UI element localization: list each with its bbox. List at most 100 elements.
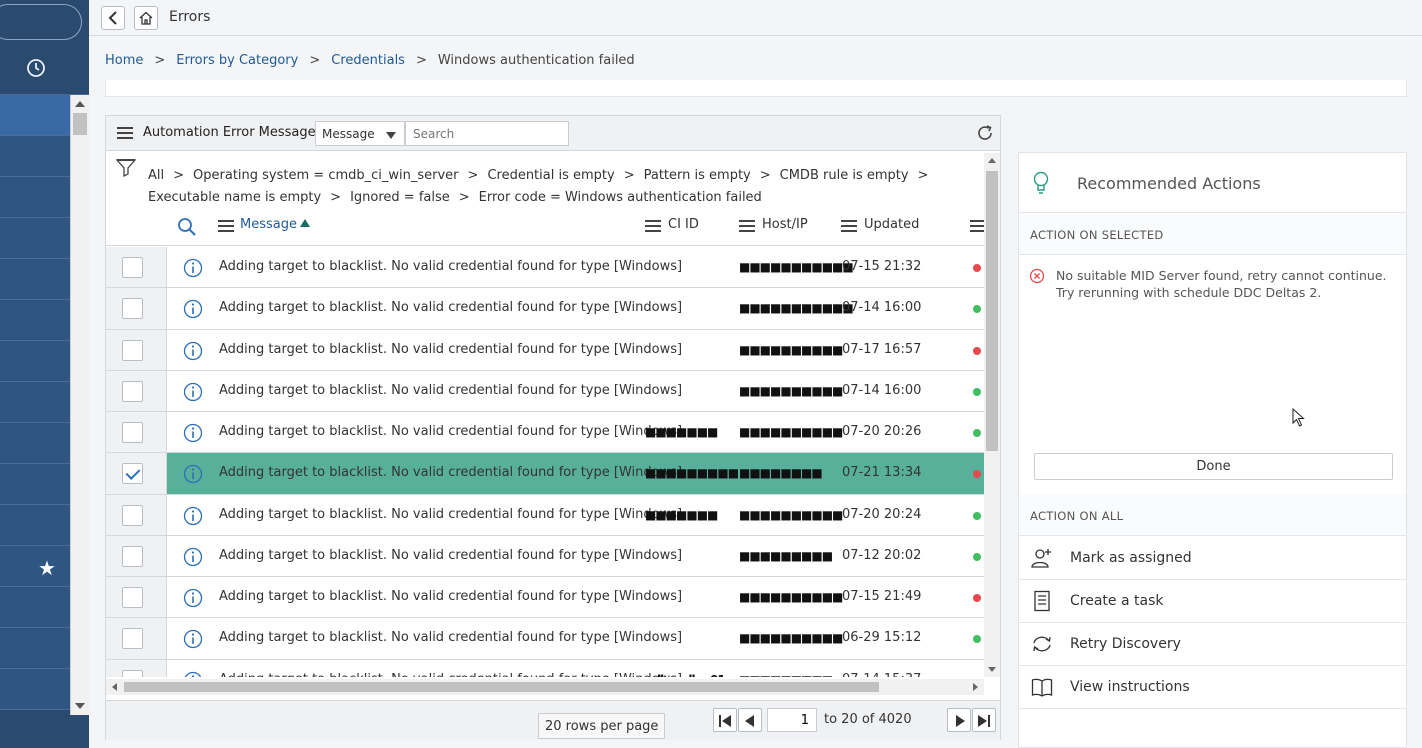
row-checkbox[interactable] (122, 669, 143, 677)
nav-item[interactable] (0, 464, 70, 505)
info-icon[interactable] (183, 423, 203, 443)
info-icon[interactable] (183, 258, 203, 278)
row-checkbox[interactable] (122, 380, 143, 402)
row-content[interactable]: Adding target to blacklist. No valid cre… (167, 288, 984, 328)
nav-item[interactable] (0, 587, 70, 628)
nav-item[interactable] (0, 505, 70, 546)
row-checkbox[interactable] (122, 463, 143, 485)
nav-scrollbar[interactable] (70, 95, 89, 715)
filter-condition[interactable]: Pattern is empty (644, 168, 751, 183)
row-checkbox[interactable] (122, 257, 143, 278)
table-row[interactable]: Adding target to blacklist. No valid cre… (106, 247, 984, 289)
nav-filter-pill[interactable] (0, 4, 82, 40)
column-updated[interactable]: Updated (864, 217, 919, 232)
row-content[interactable]: Adding target to blacklist. No valid cre… (167, 330, 984, 370)
row-content[interactable]: Adding target to blacklist. No valid cre… (167, 618, 984, 658)
first-page-button[interactable] (713, 708, 737, 732)
info-icon[interactable] (183, 629, 203, 649)
info-icon[interactable] (183, 464, 203, 484)
mark-as-assigned-action[interactable]: Mark as assigned (1019, 537, 1406, 580)
row-checkbox[interactable] (122, 587, 143, 608)
filter-condition[interactable]: Operating system = cmdb_ci_win_server (193, 168, 459, 183)
search-field-select[interactable]: Message (315, 121, 405, 146)
list-menu-icon[interactable] (117, 127, 133, 139)
info-icon[interactable] (183, 547, 203, 567)
nav-item[interactable] (0, 218, 70, 259)
row-checkbox[interactable] (122, 298, 143, 320)
row-content[interactable]: Adding target to blacklist. No valid cre… (167, 247, 984, 287)
prev-page-button[interactable] (738, 708, 762, 732)
table-row[interactable]: Adding target to blacklist. No valid cre… (106, 659, 984, 678)
info-icon[interactable] (183, 382, 203, 402)
nav-item[interactable] (0, 136, 70, 177)
nav-item[interactable] (0, 177, 70, 218)
info-icon[interactable] (183, 671, 203, 678)
table-row[interactable]: Adding target to blacklist. No valid cre… (106, 412, 984, 454)
breadcrumb-errors-by-category[interactable]: Errors by Category (176, 53, 298, 68)
retry-discovery-action[interactable]: Retry Discovery (1019, 623, 1406, 666)
done-button[interactable]: Done (1034, 453, 1393, 480)
table-row[interactable]: Adding target to blacklist. No valid cre… (106, 535, 984, 577)
row-checkbox[interactable] (122, 339, 143, 361)
row-checkbox[interactable] (122, 628, 143, 650)
nav-item[interactable] (0, 546, 70, 587)
history-clock-icon[interactable] (26, 58, 46, 78)
nav-item[interactable] (0, 259, 70, 300)
filter-condition[interactable]: CMDB rule is empty (780, 168, 909, 183)
list-vertical-scrollbar[interactable] (984, 153, 1000, 677)
table-row[interactable]: Adding target to blacklist. No valid cre… (106, 618, 984, 660)
row-content[interactable]: Adding target to blacklist. No valid cre… (167, 536, 984, 576)
filter-condition[interactable]: Error code = Windows authentication fail… (479, 190, 762, 205)
view-instructions-action[interactable]: View instructions (1019, 666, 1406, 709)
row-content[interactable]: Adding target to blacklist. No valid cre… (167, 495, 984, 535)
favorites-star-icon[interactable]: ★ (38, 556, 56, 580)
row-content[interactable]: Adding target to blacklist. No valid cre… (167, 577, 984, 617)
table-row[interactable]: Adding target to blacklist. No valid cre… (106, 577, 984, 619)
nav-item[interactable] (0, 669, 70, 710)
row-content[interactable]: Adding target to blacklist. No valid cre… (167, 371, 984, 411)
row-content[interactable]: Adding target to blacklist. No valid cre… (167, 453, 984, 494)
create-task-action[interactable]: Create a task (1019, 580, 1406, 623)
nav-item[interactable] (0, 300, 70, 341)
column-menu-icon[interactable] (645, 220, 661, 232)
home-button[interactable] (134, 6, 158, 30)
info-icon[interactable] (183, 299, 203, 319)
column-host-ip[interactable]: Host/IP (762, 217, 808, 232)
row-content[interactable]: Adding target to blacklist. No valid cre… (167, 660, 984, 678)
refresh-icon[interactable] (976, 124, 994, 142)
table-row[interactable]: Adding target to blacklist. No valid cre… (106, 288, 984, 330)
nav-item[interactable] (0, 382, 70, 423)
nav-item[interactable] (0, 341, 70, 382)
page-number-input[interactable] (767, 708, 817, 732)
search-input[interactable] (405, 121, 569, 146)
table-row[interactable]: Adding target to blacklist. No valid cre… (106, 453, 984, 495)
filter-all[interactable]: All (148, 168, 164, 183)
table-row[interactable]: Adding target to blacklist. No valid cre… (106, 329, 984, 371)
row-checkbox[interactable] (122, 504, 143, 526)
column-message[interactable]: Message (240, 217, 310, 232)
filter-funnel-icon[interactable] (116, 158, 136, 178)
nav-item[interactable] (0, 628, 70, 669)
row-checkbox[interactable] (122, 545, 143, 567)
rows-per-page-select[interactable]: 20 rows per page (538, 713, 666, 739)
row-content[interactable]: Adding target to blacklist. No valid cre… (167, 412, 984, 452)
last-page-button[interactable] (972, 708, 996, 732)
search-icon[interactable] (177, 217, 197, 237)
column-menu-icon[interactable] (218, 220, 234, 232)
list-horizontal-scrollbar[interactable] (106, 679, 984, 695)
back-button[interactable] (101, 6, 125, 30)
table-row[interactable]: Adding target to blacklist. No valid cre… (106, 494, 984, 536)
info-icon[interactable] (183, 341, 203, 361)
filter-condition[interactable]: Ignored = false (350, 190, 450, 205)
column-menu-icon[interactable] (739, 220, 755, 232)
breadcrumb-home[interactable]: Home (105, 53, 143, 68)
filter-condition[interactable]: Executable name is empty (148, 190, 321, 205)
nav-item[interactable] (0, 95, 70, 136)
info-icon[interactable] (183, 506, 203, 526)
next-page-button[interactable] (947, 708, 971, 732)
table-row[interactable]: Adding target to blacklist. No valid cre… (106, 370, 984, 412)
filter-condition[interactable]: Credential is empty (487, 168, 614, 183)
row-checkbox[interactable] (122, 422, 143, 443)
breadcrumb-credentials[interactable]: Credentials (331, 53, 405, 68)
info-icon[interactable] (183, 588, 203, 608)
